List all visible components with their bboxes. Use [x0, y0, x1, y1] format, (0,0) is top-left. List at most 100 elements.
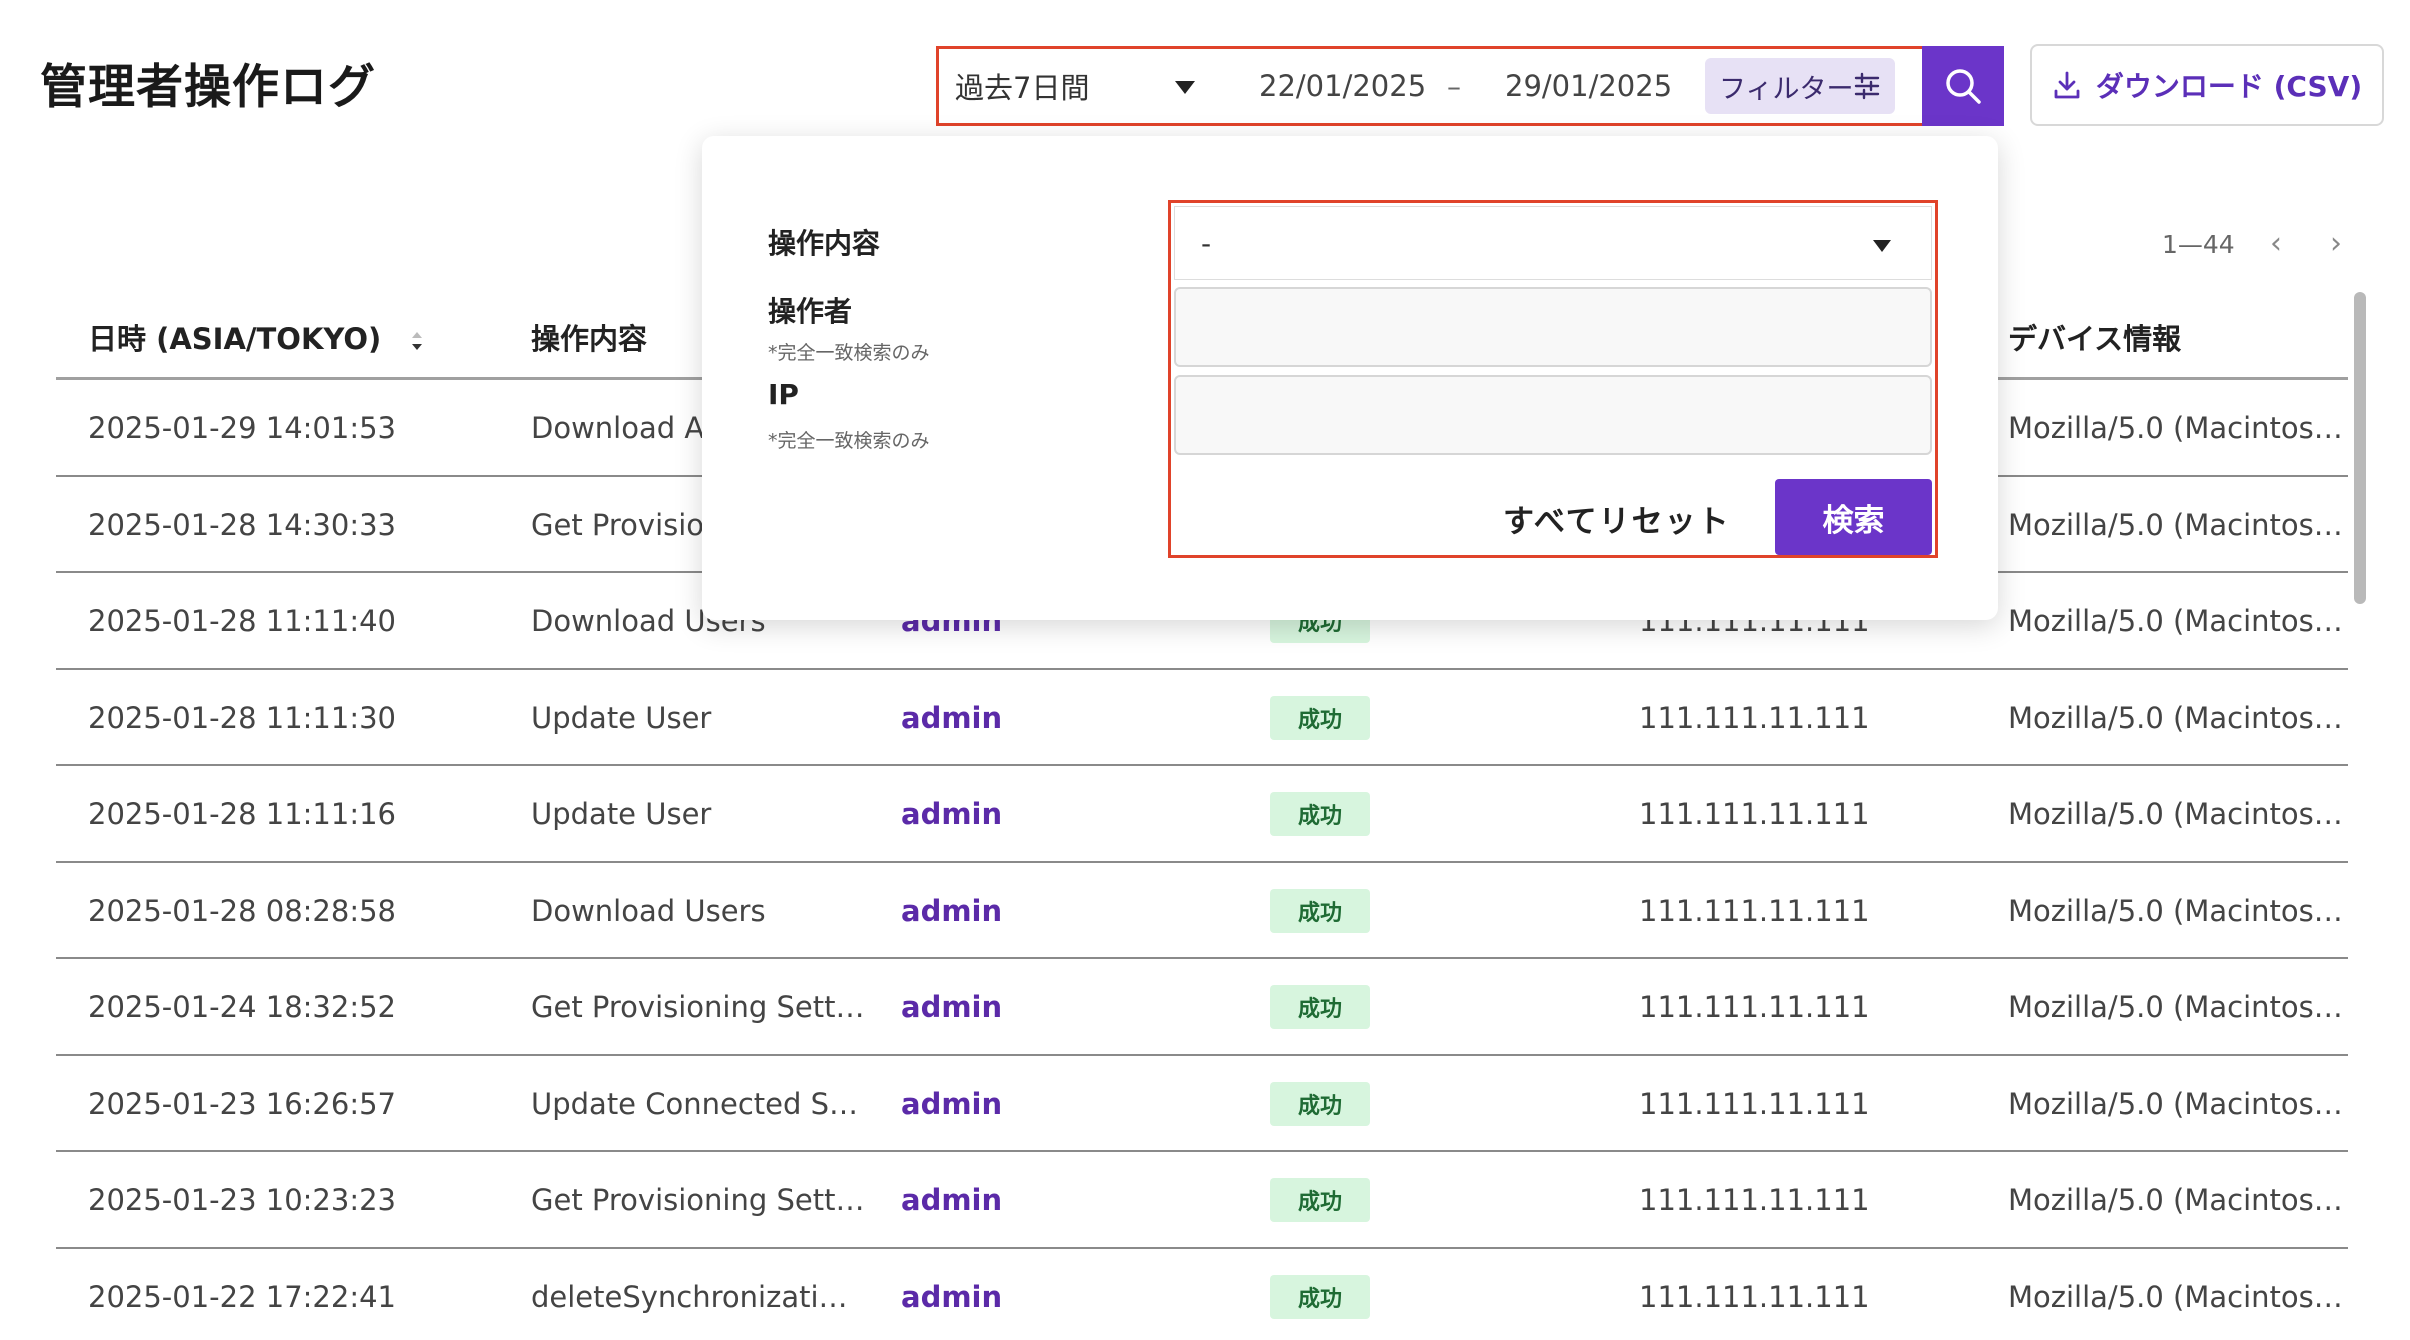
search-icon [1946, 69, 1981, 104]
row-device: Mozilla/5.0 (Macintos… [2008, 507, 2343, 542]
row-ip: 111.111.11.111 [1639, 1279, 1870, 1314]
row-device: Mozilla/5.0 (Macintos… [2008, 700, 2343, 735]
row-operator[interactable]: admin [901, 863, 1002, 959]
row-action: Update Connected S… [531, 1086, 859, 1121]
row-operator[interactable]: admin [901, 766, 1002, 862]
row-action: Update User [531, 700, 712, 735]
row-datetime: 2025-01-28 14:30:33 [88, 507, 396, 542]
sort-icon[interactable] [409, 330, 425, 352]
row-datetime: 2025-01-28 11:11:40 [88, 604, 396, 638]
chevron-right-icon[interactable]: › [2330, 226, 2342, 261]
search-bar: 過去7日間 22/01/2025 – 29/01/2025 フィルター [936, 46, 2004, 126]
row-device: Mozilla/5.0 (Macintos… [2008, 411, 2343, 445]
row-ip: 111.111.11.111 [1639, 1183, 1870, 1217]
page-title: 管理者操作ログ [40, 60, 376, 115]
row-ip: 111.111.11.111 [1639, 893, 1870, 928]
row-datetime: 2025-01-29 14:01:53 [88, 411, 396, 445]
row-datetime: 2025-01-22 17:22:41 [88, 1279, 396, 1314]
table-row[interactable]: 2025-01-22 17:22:41 deleteSynchronizati… a… [56, 1249, 2348, 1340]
action-select[interactable]: - [1174, 206, 1932, 280]
download-icon [2054, 71, 2080, 99]
filter-button[interactable]: フィルター [1705, 58, 1895, 114]
operator-filter-label: 操作者 [768, 295, 853, 328]
row-device: Mozilla/5.0 (Macintos… [2008, 1183, 2343, 1217]
scrollbar[interactable] [2354, 292, 2366, 604]
table-row[interactable]: 2025-01-24 18:32:52 Get Provisioning Sett… [56, 959, 2348, 1056]
header-datetime-label: 日時 (ASIA/TOKYO) [88, 322, 382, 356]
row-device: Mozilla/5.0 (Macintos… [2008, 1086, 2343, 1121]
status-badge: 成功 [1270, 792, 1371, 836]
row-status: 成功 [1270, 1152, 1371, 1248]
row-ip: 111.111.11.111 [1639, 797, 1870, 831]
table-row[interactable]: 2025-01-28 11:11:30 Update User admin 成功 111… [56, 670, 2348, 766]
row-ip: 111.111.11.111 [1639, 990, 1870, 1024]
row-operator[interactable]: admin [901, 1152, 1002, 1248]
date-from-input[interactable]: 22/01/2025 [1259, 49, 1426, 123]
row-status: 成功 [1270, 863, 1371, 959]
pagination-range: 1—44 [2162, 230, 2235, 259]
table-row[interactable]: 2025-01-28 11:11:16 Update User admin 成功 111… [56, 766, 2348, 863]
row-datetime: 2025-01-28 11:11:16 [88, 797, 396, 831]
row-device: Mozilla/5.0 (Macintos… [2008, 893, 2343, 928]
chevron-down-icon [1873, 240, 1891, 252]
period-select-value: 過去7日間 [955, 71, 1090, 105]
action-select-value: - [1201, 226, 1212, 260]
row-datetime: 2025-01-23 10:23:23 [88, 1183, 396, 1217]
operator-input[interactable] [1174, 287, 1932, 367]
row-operator[interactable]: admin [901, 959, 1002, 1055]
row-ip: 111.111.11.111 [1639, 700, 1870, 735]
operator-filter-hint: *完全一致検索のみ [768, 342, 930, 364]
status-badge: 成功 [1270, 1178, 1371, 1222]
row-action: Update User [531, 797, 712, 831]
row-status: 成功 [1270, 1249, 1371, 1340]
table-row[interactable]: 2025-01-23 10:23:23 Get Provisioning Sett… [56, 1152, 2348, 1249]
search-button[interactable] [1922, 46, 2004, 126]
row-status: 成功 [1270, 959, 1371, 1055]
download-csv-button[interactable]: ダウンロード (CSV) [2030, 44, 2384, 126]
row-action: Get Provisioning Sett… [531, 990, 865, 1024]
ip-input[interactable] [1174, 375, 1932, 455]
row-status: 成功 [1270, 670, 1371, 766]
row-device: Mozilla/5.0 (Macintos… [2008, 1279, 2343, 1314]
row-datetime: 2025-01-28 11:11:30 [88, 700, 396, 735]
download-csv-label: ダウンロード (CSV) [2095, 70, 2363, 103]
table-row[interactable]: 2025-01-28 08:28:58 Download Users admin 成功… [56, 863, 2348, 959]
status-badge: 成功 [1270, 695, 1371, 740]
row-datetime: 2025-01-23 16:26:57 [88, 1086, 396, 1121]
chevron-left-icon[interactable]: ‹ [2270, 226, 2282, 261]
row-datetime: 2025-01-24 18:32:52 [88, 990, 396, 1024]
header-action: 操作内容 [531, 322, 648, 356]
row-action: Get Provisioning Sett… [531, 1183, 865, 1217]
row-operator[interactable]: admin [901, 670, 1002, 766]
row-status: 成功 [1270, 766, 1371, 862]
row-action: Download Users [531, 893, 766, 928]
header-device: デバイス情報 [2008, 322, 2182, 356]
row-device: Mozilla/5.0 (Macintos… [2008, 604, 2343, 638]
date-separator: – [1447, 69, 1461, 103]
status-badge: 成功 [1270, 1081, 1371, 1126]
row-operator[interactable]: admin [901, 1056, 1002, 1152]
submit-search-button[interactable]: 検索 [1775, 479, 1932, 555]
header-datetime[interactable]: 日時 (ASIA/TOKYO) [88, 316, 425, 358]
chevron-down-icon[interactable] [1175, 81, 1195, 94]
row-action: Get Provision [531, 507, 723, 542]
reset-all-button[interactable]: すべてリセット [1503, 483, 1731, 553]
sliders-icon [1854, 72, 1880, 100]
status-badge: 成功 [1270, 1274, 1371, 1319]
action-filter-label: 操作内容 [768, 227, 881, 260]
status-badge: 成功 [1270, 985, 1371, 1029]
row-action: Download Ad [531, 411, 723, 445]
ip-filter-hint: *完全一致検索のみ [768, 430, 930, 452]
row-operator[interactable]: admin [901, 1249, 1002, 1340]
filter-button-label: フィルター [1719, 73, 1854, 105]
filter-popover: 操作内容 操作者 *完全一致検索のみ IP *完全一致検索のみ - すべてリセッ… [702, 136, 1998, 620]
status-badge: 成功 [1270, 888, 1371, 933]
row-action: deleteSynchronizati… [531, 1279, 848, 1314]
row-device: Mozilla/5.0 (Macintos… [2008, 990, 2343, 1024]
row-datetime: 2025-01-28 08:28:58 [88, 893, 396, 928]
ip-filter-label: IP [768, 378, 799, 411]
row-status: 成功 [1270, 1056, 1371, 1152]
row-ip: 111.111.11.111 [1639, 1086, 1870, 1121]
table-row[interactable]: 2025-01-23 16:26:57 Update Connected S… ad… [56, 1056, 2348, 1152]
date-to-input[interactable]: 29/01/2025 [1505, 49, 1672, 123]
